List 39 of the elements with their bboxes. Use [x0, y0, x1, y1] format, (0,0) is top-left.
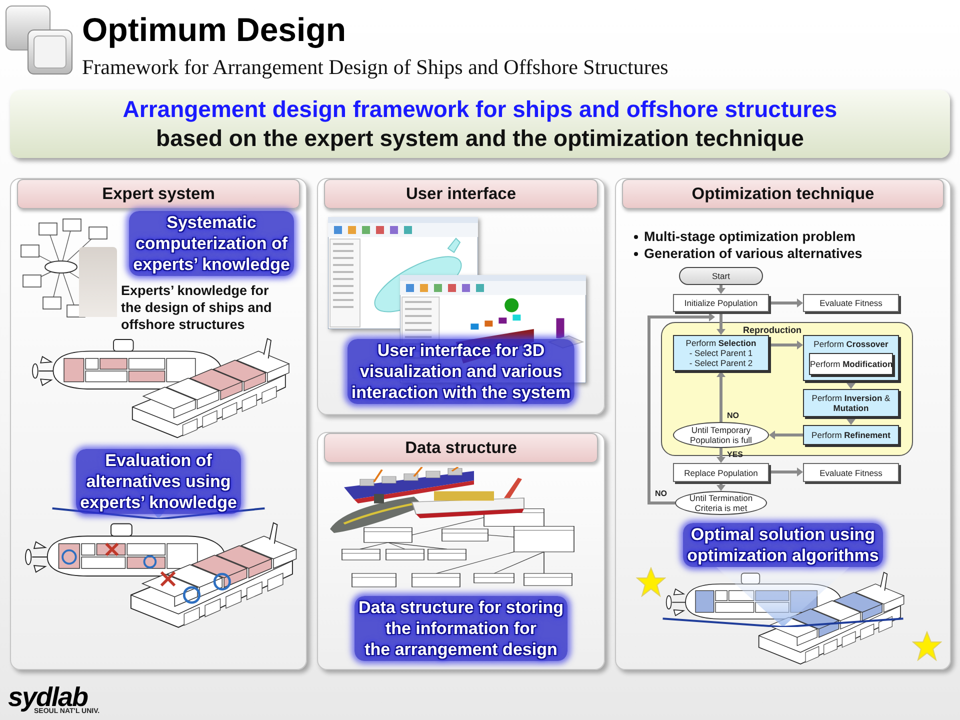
branch-label: NO: [655, 489, 667, 498]
flow-arrow: [716, 285, 726, 294]
panel-title: Data structure: [324, 433, 598, 463]
bullet-text: Generation of various alternatives: [644, 246, 862, 261]
star-icon: [636, 567, 666, 597]
process-step: Initialize Population: [673, 294, 769, 312]
decision-node: Until Termination Criteria is met: [675, 491, 767, 515]
flow-arrow: [769, 468, 803, 476]
process-step: Perform Refinement: [803, 425, 899, 445]
callout-text: Systematic computerization of experts’ knowledge: [129, 211, 294, 276]
slide-subtitle: Framework for Arrangement Design of Ships and Offshore Structures: [82, 55, 668, 80]
bullet-text: Multi-stage optimization problem: [644, 229, 856, 244]
flow-arrow: [716, 448, 726, 463]
process-step: Perform Selection - Select Parent 1 - Select Parent 2: [673, 335, 769, 371]
description-text: Experts’ knowledge for the design of ships and offshore structures: [121, 282, 272, 333]
callout-text: User interface for 3D visualization and various interaction with the system: [347, 339, 575, 404]
panel-title: User interface: [324, 179, 598, 209]
process-step: Perform Inversion & Mutation: [803, 389, 899, 417]
star-icon: [912, 631, 942, 661]
group-label: Reproduction: [743, 325, 802, 335]
panel-title: Optimization technique: [622, 179, 944, 209]
flow-arrow: [769, 430, 803, 440]
banner-subline: based on the expert system and the optimization technique: [156, 125, 804, 152]
slide-title: Optimum Design: [82, 10, 348, 50]
flow-arrow: [716, 312, 726, 335]
callout-text: Evaluation of alternatives using experts’ knowledge: [76, 448, 241, 514]
process-step: Evaluate Fitness: [803, 463, 899, 482]
panel-title: Expert system: [17, 179, 300, 209]
process-step: Evaluate Fitness: [803, 294, 899, 312]
bullet-icon: [634, 252, 638, 256]
bullet-icon: [634, 234, 638, 238]
flow-arrow: [769, 340, 803, 350]
banner-headline: Arrangement design framework for ships and offshore structures: [122, 96, 838, 123]
photo-placeholder: [79, 247, 117, 317]
process-step: Replace Population: [673, 463, 769, 482]
branch-label: NO: [727, 411, 739, 420]
flow-arrow: [769, 298, 803, 308]
start-terminal: Start: [679, 267, 763, 285]
flow-arrow: [716, 371, 726, 422]
